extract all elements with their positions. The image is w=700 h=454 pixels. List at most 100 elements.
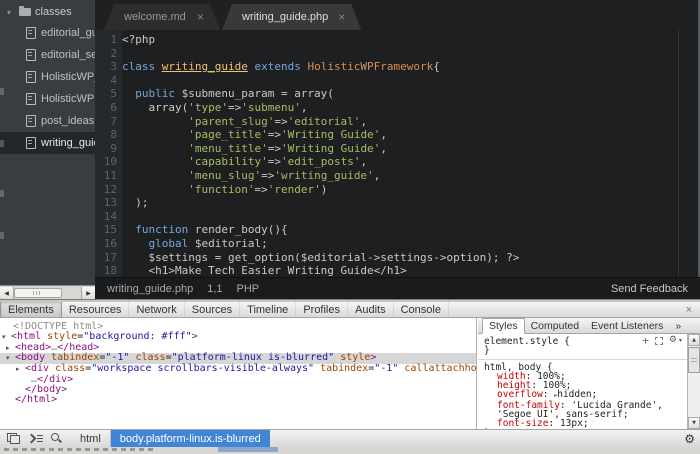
sidebar-item-HolisticWPFr[interactable]: HolisticWPFr — [0, 88, 95, 110]
styles-pane: StylesComputedEvent Listeners» element.s… — [478, 318, 700, 429]
line-number: 17 — [95, 251, 117, 265]
expand-arrow-icon[interactable]: ▸ — [554, 392, 557, 399]
line-number: 6 — [95, 101, 117, 115]
scrollbar-thumb[interactable] — [14, 288, 62, 298]
sidebar-item-editorial_set[interactable]: editorial_set — [0, 44, 95, 66]
code-line: 'menu_slug'=>'writing_guide', — [122, 169, 698, 183]
css-rule-selector[interactable]: html, body { — [484, 363, 685, 372]
background-window-sliver — [0, 447, 700, 454]
statusbar-cursor-position[interactable]: 1,1 — [207, 283, 222, 295]
dom-tree-row[interactable]: …</div> — [0, 375, 476, 385]
file-label: post_ideas.p — [41, 115, 95, 127]
devtools-tab-profiles[interactable]: Profiles — [296, 302, 348, 317]
chevron-down-icon[interactable]: ▾ — [7, 8, 15, 17]
code-line: array('type'=>'submenu', — [122, 101, 698, 115]
file-label: writing_guid — [41, 137, 95, 149]
line-number: 3 — [95, 60, 117, 74]
editor-tab-label: writing_guide.php — [242, 11, 328, 23]
code-line: ); — [122, 196, 698, 210]
close-icon[interactable]: × — [338, 10, 345, 24]
line-number: 2 — [95, 47, 117, 61]
breadcrumb-body.platform-linux.is-blurred[interactable]: body.platform-linux.is-blurred — [111, 430, 270, 447]
devtools-tab-audits[interactable]: Audits — [348, 302, 394, 317]
css-property[interactable]: font-size: 13px; — [484, 419, 685, 428]
folder-icon — [19, 8, 31, 16]
dom-tree-row[interactable]: </html> — [0, 395, 476, 405]
scroll-up-arrow-icon[interactable]: ▲ — [688, 334, 700, 346]
devtools-tab-timeline[interactable]: Timeline — [240, 302, 296, 317]
code-line: 'menu_title'=>'Writing Guide', — [122, 142, 698, 156]
close-icon[interactable]: × — [197, 10, 204, 24]
styles-gear-icon[interactable]: ⚙ — [669, 336, 677, 345]
styles-tab-event-listeners[interactable]: Event Listeners — [585, 318, 669, 333]
sidebar-item-HolisticWP_L[interactable]: HolisticWP_L — [0, 66, 95, 88]
styles-separator — [478, 359, 687, 360]
file-label: editorial_set — [41, 49, 95, 61]
editor-tabbar: welcome.md× writing_guide.php × — [95, 0, 700, 30]
element-state-icon[interactable] — [655, 337, 663, 345]
scroll-down-arrow-icon[interactable]: ▼ — [688, 417, 700, 429]
styles-tab-computed[interactable]: Computed — [525, 318, 585, 333]
code-line — [122, 74, 698, 88]
code-editor-window: welcome.md×writing_guide.php× ▾ classes … — [0, 0, 700, 299]
dom-tree-row[interactable]: </body> — [0, 385, 476, 395]
code-line: public $submenu_param = array( — [122, 87, 698, 101]
css-property[interactable]: font-family: 'Lucida Grande', 'Segoe UI'… — [484, 401, 685, 420]
dock-side-icon[interactable] — [7, 433, 21, 444]
editor-scrollbar-track[interactable] — [678, 30, 679, 277]
expand-arrow-icon[interactable]: ▸ — [16, 365, 25, 375]
styles-scrollbar-thumb[interactable] — [688, 347, 700, 373]
devtools-tab-resources[interactable]: Resources — [62, 302, 130, 317]
line-number: 14 — [95, 210, 117, 224]
file-label: HolisticWP_L — [41, 71, 95, 83]
element-style-close-brace: } — [484, 346, 685, 355]
code-line — [122, 210, 698, 224]
code-line — [122, 47, 698, 61]
line-number: 10 — [95, 155, 117, 169]
file-icon — [26, 71, 36, 83]
scroll-right-arrow-icon[interactable]: ▶ — [81, 287, 95, 299]
devtools-tab-sources[interactable]: Sources — [185, 302, 240, 317]
new-style-rule-button[interactable]: + — [642, 336, 649, 345]
editor-tab-writing_guide.php[interactable]: writing_guide.php × — [222, 4, 361, 30]
expand-arrow-icon[interactable]: ▸ — [6, 344, 15, 354]
settings-gear-icon[interactable]: ⚙ — [684, 432, 695, 446]
sidebar-horizontal-scrollbar[interactable]: ◀ ▶ — [0, 285, 95, 299]
line-number: 11 — [95, 169, 117, 183]
code-area[interactable]: <?php class writing_guide extends Holist… — [122, 30, 698, 280]
editor-tab-welcome.md[interactable]: welcome.md× — [104, 4, 220, 30]
background-glyph-fragment — [0, 88, 4, 95]
devtools-tab-network[interactable]: Network — [129, 302, 184, 317]
sidebar-item-writing_guid[interactable]: writing_guid — [0, 132, 95, 154]
inspect-search-icon[interactable] — [50, 432, 63, 445]
line-number: 12 — [95, 183, 117, 197]
styles-gear-caret-icon[interactable]: ▾ — [679, 336, 682, 345]
show-console-icon[interactable] — [28, 433, 43, 444]
file-icon — [26, 115, 36, 127]
styles-scrollbar[interactable]: ▲ ▼ — [687, 334, 700, 429]
styles-tab-styles[interactable]: Styles — [482, 318, 525, 334]
send-feedback-link[interactable]: Send Feedback — [611, 283, 688, 295]
devtools-tab-elements[interactable]: Elements — [0, 302, 62, 317]
collapse-arrow-icon[interactable]: ▾ — [6, 354, 15, 364]
file-label: HolisticWPFr — [41, 93, 95, 105]
elements-tree: <!DOCTYPE html>▾<html style="background:… — [0, 318, 477, 429]
line-number: 4 — [95, 74, 117, 88]
file-icon — [26, 27, 36, 39]
scroll-left-arrow-icon[interactable]: ◀ — [0, 287, 14, 299]
collapse-arrow-icon[interactable]: ▾ — [2, 333, 11, 343]
devtools-close-button[interactable]: × — [678, 302, 700, 317]
breadcrumb-html[interactable]: html — [71, 430, 111, 447]
sidebar-item-editorial_gui[interactable]: editorial_gui — [0, 22, 95, 44]
file-icon — [26, 137, 36, 149]
editor-gutter: 123456789101112131415161718 — [95, 30, 122, 277]
styles-tab-»[interactable]: » — [669, 318, 687, 333]
screen: welcome.md×writing_guide.php× ▾ classes … — [0, 0, 700, 454]
folder-row-classes[interactable]: ▾ classes — [0, 2, 95, 22]
file-icon — [26, 93, 36, 105]
sidebar-item-post_ideas.p[interactable]: post_ideas.p — [0, 110, 95, 132]
background-glyph-fragment — [0, 232, 4, 239]
devtools-tab-console[interactable]: Console — [394, 302, 449, 317]
statusbar-language[interactable]: PHP — [237, 283, 260, 295]
line-number: 5 — [95, 87, 117, 101]
